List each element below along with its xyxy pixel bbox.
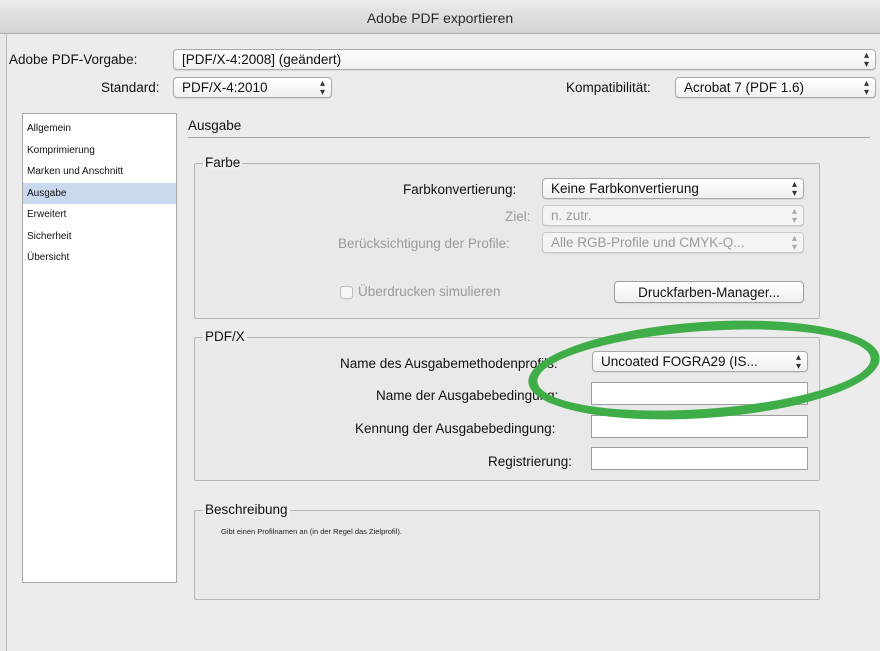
simulate-overprint-checkbox[interactable]	[340, 286, 353, 299]
sidebar-item-allgemein[interactable]: Allgemein	[23, 118, 176, 140]
title-bar: Adobe PDF exportieren	[0, 0, 880, 34]
description-text: Gibt einen Profilnamen an (in der Regel …	[221, 527, 402, 536]
updown-chevron-icon: ▴ ▾	[795, 352, 801, 372]
output-profile-name-value: Uncoated FOGRA29 (IS...	[601, 354, 758, 369]
compatibility-label: Kompatibilität:	[566, 80, 651, 95]
sidebar-item-label: Übersicht	[27, 252, 70, 263]
description-legend: Beschreibung	[203, 502, 290, 517]
section-divider	[188, 137, 870, 138]
compatibility-select[interactable]: Acrobat 7 (PDF 1.6) ▴ ▾	[675, 77, 876, 98]
registry-input[interactable]	[591, 447, 808, 470]
preset-value: [PDF/X-4:2008] (geändert)	[182, 52, 342, 67]
sidebar-item-ausgabe[interactable]: Ausgabe	[23, 182, 176, 204]
target-label: Ziel:	[505, 209, 531, 224]
output-condition-name-input[interactable]	[591, 382, 808, 405]
profile-inclusion-select[interactable]: Alle RGB-Profile und CMYK-Q... ▴ ▾	[542, 232, 804, 253]
sidebar-item-label: Erweitert	[27, 209, 67, 220]
output-profile-name-select[interactable]: Uncoated FOGRA29 (IS... ▴ ▾	[592, 351, 808, 372]
output-condition-id-input[interactable]	[591, 415, 808, 438]
updown-chevron-icon: ▴ ▾	[863, 78, 869, 98]
output-condition-id-label: Kennung der Ausgabebedingung:	[355, 421, 556, 436]
section-title: Ausgabe	[188, 118, 242, 133]
description-group: Beschreibung	[194, 502, 820, 600]
target-value: n. zutr.	[551, 208, 592, 223]
color-conversion-select[interactable]: Keine Farbkonvertierung ▴ ▾	[542, 178, 804, 199]
preset-label: Adobe PDF-Vorgabe:	[9, 52, 138, 67]
sidebar-item-erweitert[interactable]: Erweitert	[23, 204, 176, 226]
sidebar-item-uebersicht[interactable]: Übersicht	[23, 247, 176, 269]
compatibility-value: Acrobat 7 (PDF 1.6)	[684, 80, 805, 95]
updown-chevron-icon: ▴ ▾	[791, 206, 797, 226]
standard-label: Standard:	[101, 80, 160, 95]
profile-inclusion-value: Alle RGB-Profile und CMYK-Q...	[551, 235, 745, 250]
target-select[interactable]: n. zutr. ▴ ▾	[542, 205, 804, 226]
simulate-overprint-label: Überdrucken simulieren	[358, 284, 501, 299]
sidebar-item-marken-und-anschnitt[interactable]: Marken und Anschnitt	[23, 161, 176, 183]
category-list: Allgemein Komprimierung Marken und Ansch…	[22, 113, 177, 583]
pdfx-legend: PDF/X	[203, 329, 247, 344]
preset-select[interactable]: [PDF/X-4:2008] (geändert) ▴ ▾	[173, 49, 876, 70]
updown-chevron-icon: ▴ ▾	[319, 78, 325, 98]
output-profile-name-label: Name des Ausgabemethodenprofils:	[340, 356, 558, 371]
standard-value: PDF/X-4:2010	[182, 80, 268, 95]
farbe-legend: Farbe	[203, 155, 243, 170]
sidebar-item-label: Ausgabe	[27, 187, 67, 199]
sidebar-item-label: Sicherheit	[27, 230, 72, 242]
updown-chevron-icon: ▴ ▾	[863, 50, 869, 70]
output-condition-name-label: Name der Ausgabebedingung:	[376, 388, 559, 403]
sidebar-item-label: Allgemein	[27, 123, 71, 134]
sidebar-item-label: Komprimierung	[27, 144, 95, 156]
registry-label: Registrierung:	[488, 454, 573, 469]
sidebar-item-komprimierung[interactable]: Komprimierung	[23, 140, 176, 162]
sidebar-item-label: Marken und Anschnitt	[27, 166, 124, 177]
sidebar-item-sicherheit[interactable]: Sicherheit	[23, 226, 176, 248]
updown-chevron-icon: ▴ ▾	[791, 179, 797, 199]
color-conversion-label: Farbkonvertierung:	[403, 182, 517, 197]
window-title: Adobe PDF exportieren	[366, 10, 514, 26]
standard-select[interactable]: PDF/X-4:2010 ▴ ▾	[173, 77, 332, 98]
updown-chevron-icon: ▴ ▾	[791, 233, 797, 253]
ink-manager-button[interactable]: Druckfarben-Manager...	[614, 281, 804, 303]
color-conversion-value: Keine Farbkonvertierung	[551, 181, 699, 196]
profile-inclusion-label: Berücksichtigung der Profile:	[338, 236, 510, 251]
